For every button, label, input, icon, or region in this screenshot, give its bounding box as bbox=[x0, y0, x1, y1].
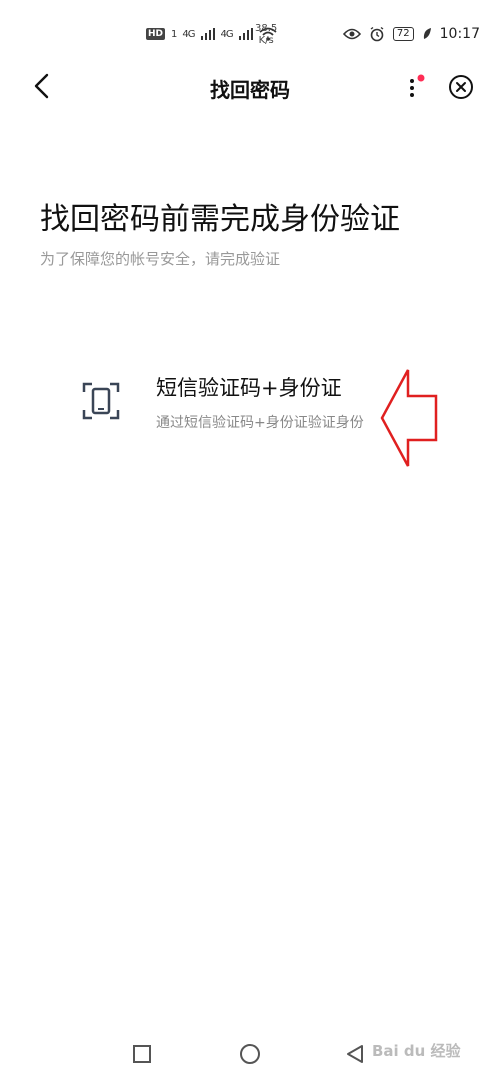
phone-scan-icon bbox=[82, 382, 120, 420]
eye-icon bbox=[342, 28, 361, 40]
sub-heading: 为了保障您的帐号安全，请完成验证 bbox=[40, 250, 281, 268]
network-label-2: 4G bbox=[220, 28, 234, 40]
title-bar: 找回密码 bbox=[0, 64, 500, 112]
leaf-icon bbox=[423, 28, 431, 39]
speed-unit: K/s bbox=[258, 35, 274, 46]
alarm-icon bbox=[370, 26, 384, 42]
sim-indicator: 1 bbox=[171, 28, 177, 40]
signal-icon-2 bbox=[238, 28, 253, 40]
hd-icon: HD bbox=[146, 28, 166, 40]
system-nav-bar: Bai du 经验 bbox=[0, 1024, 500, 1084]
speed-value: 38.5 bbox=[255, 23, 278, 34]
option-description: 通过短信验证码+身份证验证身份 bbox=[156, 415, 364, 431]
system-back-button[interactable] bbox=[344, 1043, 366, 1065]
baidu-jingyan-watermark: Bai du 经验 bbox=[372, 1042, 461, 1060]
option-title: 短信验证码+身份证 bbox=[156, 376, 342, 400]
network-speed: 38.5 K/s bbox=[255, 23, 277, 47]
recent-apps-button[interactable] bbox=[132, 1044, 152, 1064]
sms-id-verification-option[interactable]: 短信验证码+身份证 通过短信验证码+身份证验证身份 bbox=[78, 368, 418, 448]
battery-icon: 72 bbox=[392, 27, 414, 41]
status-bar: HD 1 4G 4G 38.5 K/s 72 10:17 bbox=[0, 0, 500, 64]
signal-icon bbox=[200, 28, 215, 40]
home-button[interactable] bbox=[239, 1043, 261, 1065]
close-button[interactable] bbox=[447, 73, 475, 101]
notification-dot bbox=[417, 74, 425, 82]
find-password-page: HD 1 4G 4G 38.5 K/s 72 10:17 找回密码 找回密码前需… bbox=[0, 0, 500, 1084]
status-right: 72 10:17 bbox=[342, 26, 480, 42]
annotation-arrow-icon bbox=[380, 369, 438, 467]
clock-time: 10:17 bbox=[439, 26, 480, 42]
main-heading: 找回密码前需完成身份验证 bbox=[40, 202, 400, 237]
more-menu-button[interactable] bbox=[402, 72, 430, 104]
network-label-1: 4G bbox=[182, 28, 195, 40]
